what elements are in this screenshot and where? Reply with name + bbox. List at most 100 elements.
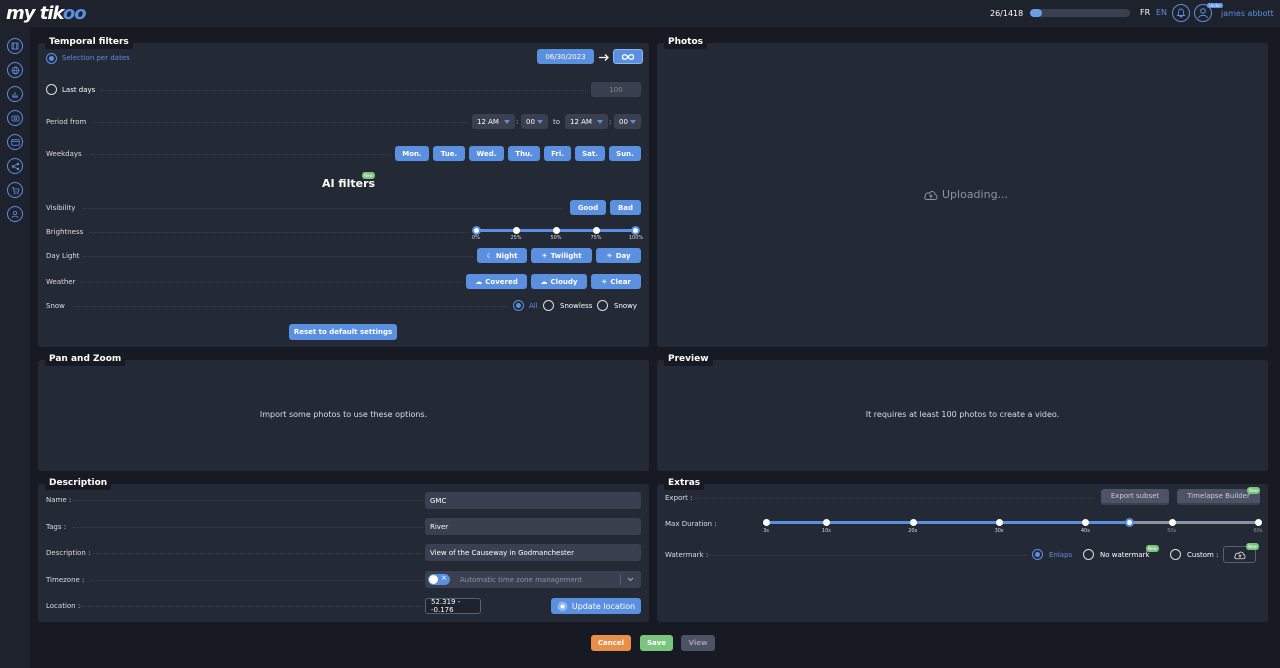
start-date-button[interactable]: 06/30/2023 [537, 49, 594, 64]
brightness-slider[interactable] [472, 226, 640, 235]
lang-en[interactable]: EN [1156, 8, 1167, 17]
user-icon [1198, 8, 1208, 19]
upload-progress-fill [1030, 9, 1042, 17]
chevron-down-icon [597, 119, 603, 124]
divider [709, 555, 1027, 556]
cloud-upload-icon [924, 190, 938, 200]
brightness-tick-label: 50% [550, 235, 562, 241]
divider [93, 122, 468, 123]
name-label: Name : [46, 496, 72, 504]
weekday-sat-button[interactable]: Sat. [575, 146, 605, 161]
timezone-field[interactable]: × Automatic time zone management [425, 571, 641, 588]
colon: : [609, 118, 612, 126]
daylight-day-button[interactable]: ☀ Day [596, 248, 641, 263]
brightness-min-handle[interactable] [472, 226, 481, 235]
sun-icon: ☀ [601, 277, 608, 286]
selection-per-dates-label: Selection per dates [62, 54, 130, 62]
snow-snowy-radio[interactable] [597, 300, 608, 311]
weather-covered-button[interactable]: ☁ Covered [466, 274, 527, 289]
duration-handle[interactable] [1124, 518, 1134, 527]
max-duration-slider[interactable] [766, 521, 1258, 524]
weekday-thu-button[interactable]: Thu. [508, 146, 540, 161]
weather-label: Weather [46, 278, 76, 286]
visibility-good-button[interactable]: Good [570, 200, 606, 215]
infinite-end-date-button[interactable] [613, 49, 643, 64]
globe-icon[interactable] [7, 62, 23, 78]
watermark-none-label: No watermark [1100, 551, 1150, 559]
chevron-down-icon [537, 119, 543, 124]
user-settings-icon[interactable] [7, 206, 23, 222]
weekday-tue-button[interactable]: Tue. [433, 146, 465, 161]
name-field[interactable]: GMC [425, 492, 641, 509]
brightness-tick-label: 0% [472, 235, 480, 241]
tags-field[interactable]: River [425, 518, 641, 535]
brightness-tick-50 [553, 227, 560, 234]
chart-icon[interactable] [7, 86, 23, 102]
watermark-none-radio[interactable] [1083, 549, 1094, 560]
snow-snowless-radio[interactable] [543, 300, 554, 311]
to-hour-select[interactable]: 12 AM [565, 114, 608, 129]
photo-counter: 26/1418 [990, 9, 1024, 18]
visibility-label: Visibility [46, 204, 76, 212]
user-name[interactable]: james abbott [1221, 9, 1274, 18]
under-badge: Under [1207, 3, 1224, 8]
update-location-button[interactable]: Update location [551, 598, 641, 614]
close-icon: × [441, 574, 447, 582]
daylight-twilight-button[interactable]: ☀ Twilight [531, 248, 592, 263]
description-field[interactable]: View of the Causeway in Godmanchester [425, 544, 641, 561]
watermark-enlaps-radio[interactable] [1032, 549, 1043, 560]
film-icon[interactable] [7, 38, 23, 54]
weekday-fri-button[interactable]: Fri. [544, 146, 571, 161]
weather-clear-button[interactable]: ☀ Clear [591, 274, 641, 289]
new-badge: New [1146, 545, 1159, 552]
visibility-bad-button[interactable]: Bad [610, 200, 641, 215]
from-minute-select[interactable]: 00 [521, 114, 548, 129]
weather-cloudy-button[interactable]: ☁ Cloudy [531, 274, 587, 289]
notification-button[interactable] [1172, 4, 1190, 22]
duration-tick-30s [996, 519, 1004, 526]
cart-icon[interactable] [7, 182, 23, 198]
lang-fr[interactable]: FR [1140, 8, 1150, 17]
duration-tick-label: 30s [994, 528, 1004, 534]
pan-zoom-panel: Pan and Zoom Import some photos to use t… [38, 352, 649, 471]
location-field[interactable]: 52.319 - -0.176 [425, 598, 481, 614]
chevron-down-icon [504, 119, 510, 124]
weekday-sun-button[interactable]: Sun. [609, 146, 641, 161]
duration-tick-label: 10s [821, 528, 831, 534]
selection-per-dates-radio[interactable] [46, 53, 57, 64]
watermark-custom-radio[interactable] [1170, 549, 1181, 560]
view-button[interactable]: View [681, 635, 715, 651]
daylight-night-button[interactable]: ☾ Night [477, 248, 527, 263]
duration-tick-label: 60s [1253, 528, 1263, 534]
save-button[interactable]: Save [640, 635, 673, 651]
weather-cloudy-label: Cloudy [550, 277, 578, 286]
card-icon[interactable] [7, 134, 23, 150]
cancel-button[interactable]: Cancel [591, 635, 631, 651]
camera-icon[interactable] [7, 110, 23, 126]
to-minute-select[interactable]: 00 [614, 114, 641, 129]
brightness-tick-label: 25% [510, 235, 522, 241]
snow-all-radio[interactable] [513, 300, 524, 311]
divider [83, 256, 473, 257]
logo[interactable]: my tikoo [6, 3, 87, 24]
divider [73, 527, 423, 528]
last-days-radio[interactable] [46, 84, 57, 95]
divider [83, 208, 563, 209]
update-location-label: Update location [571, 601, 636, 611]
export-subset-button[interactable]: Export subset [1101, 489, 1169, 505]
timezone-toggle[interactable]: × [428, 574, 450, 585]
upload-progress-bar [1030, 9, 1130, 17]
weekday-mon-button[interactable]: Mon. [395, 146, 429, 161]
from-hour-select[interactable]: 12 AM [472, 114, 515, 129]
brightness-max-handle[interactable] [631, 226, 640, 235]
top-bar: my tikoo 26/1418 FR EN Under james abbot… [0, 0, 1280, 27]
divider [90, 154, 390, 155]
reset-default-button[interactable]: Reset to default settings [289, 324, 397, 340]
share-icon[interactable] [7, 158, 23, 174]
duration-tick-3s [763, 519, 770, 526]
from-hour-value: 12 AM [477, 117, 499, 126]
weekday-wed-button[interactable]: Wed. [469, 146, 504, 161]
chevron-down-icon [630, 119, 636, 124]
last-days-input[interactable]: 100 [591, 82, 641, 97]
extras-panel: Extras Export : Export subset Timelapse … [657, 476, 1268, 622]
